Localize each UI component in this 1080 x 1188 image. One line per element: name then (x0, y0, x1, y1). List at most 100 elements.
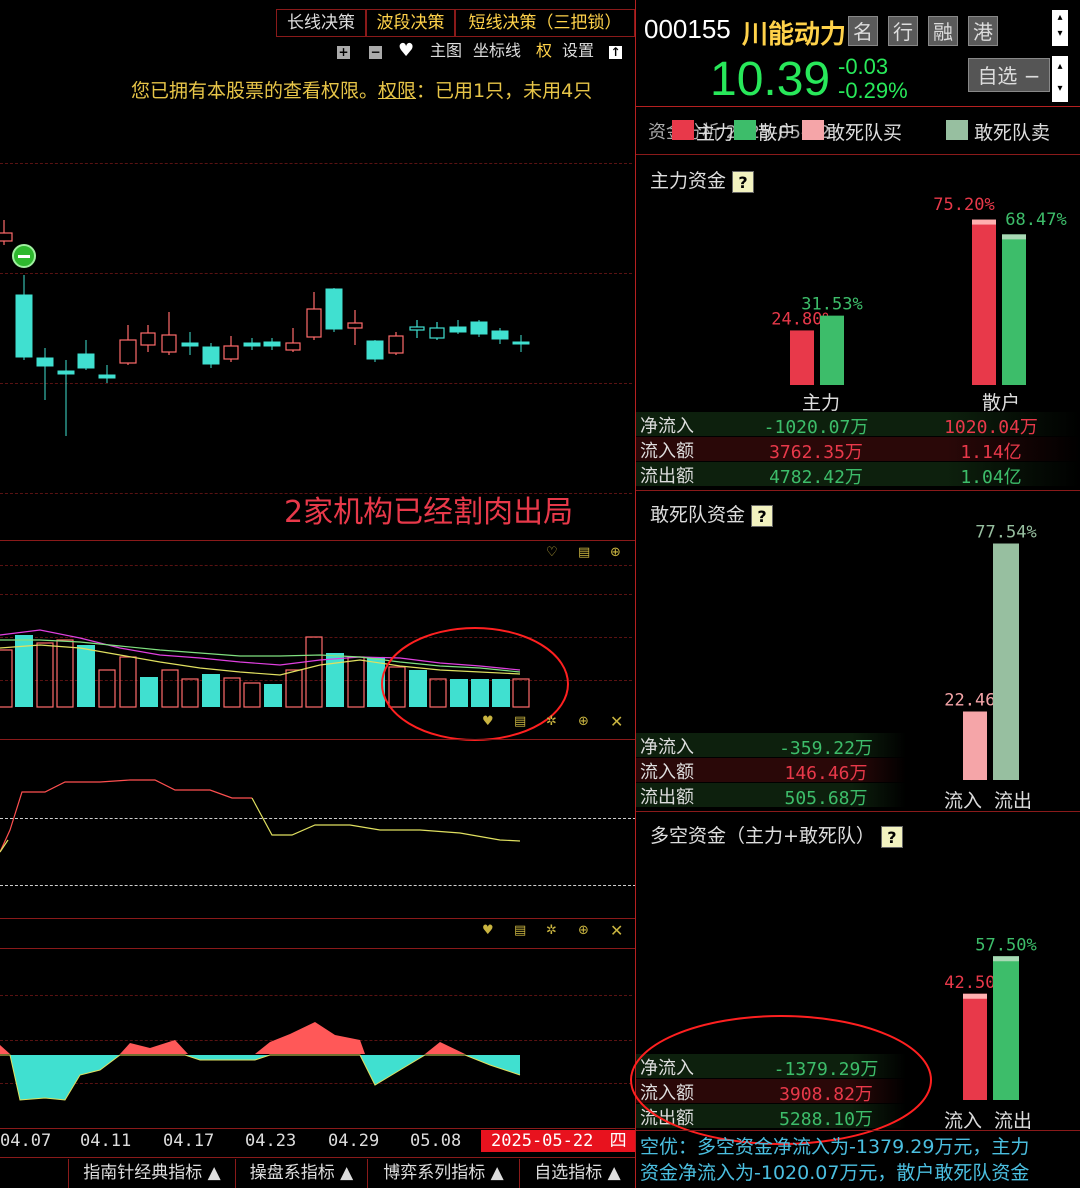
candle (347, 322, 363, 329)
tag-name[interactable]: 名 (848, 16, 878, 46)
main-funds-title: 主力资金? (650, 166, 755, 193)
group-label-main: 主力 (802, 392, 841, 414)
tab-swing[interactable]: 波段决策 (366, 9, 455, 37)
tag-hk[interactable]: 港 (968, 16, 998, 46)
candle (161, 334, 177, 353)
tab-compass-classic[interactable]: 指南针经典指标 ▲ (68, 1159, 236, 1188)
panel-close-icon[interactable]: ✕ (610, 712, 623, 731)
candle (470, 321, 488, 335)
panel-heart-icon[interactable]: ♥ (482, 923, 494, 938)
price-change: -0.03 (838, 54, 889, 79)
highlight-ellipse (630, 1015, 932, 1145)
summary-line-2: 资金净流入为-1020.07万元，散户敢死队资金 (640, 1162, 1030, 1184)
tag-margin[interactable]: 融 (928, 16, 958, 46)
row-value: -359.22万 (779, 738, 873, 759)
panel-save-icon[interactable]: ▤ (514, 923, 526, 938)
scroll-arrows-icon[interactable]: ▴ ▾ (1052, 56, 1068, 102)
permission-link[interactable]: 权限 (378, 80, 416, 102)
histogram-area-chart (0, 1022, 521, 1101)
candle (243, 342, 261, 347)
tab-game-indicators[interactable]: 博弈系列指标 ▲ (368, 1159, 520, 1188)
candle (181, 342, 199, 347)
long-short-title-text: 多空资金（主力+敢死队） (650, 825, 875, 847)
dare-out-label: 流出 (994, 790, 1033, 812)
rights-button[interactable]: 权 (536, 40, 552, 62)
date-label: 04.23 (245, 1131, 297, 1151)
zoom-in-icon[interactable]: + (337, 40, 350, 62)
indicator-line-chart (0, 779, 521, 853)
current-date: 2025-05-22 (491, 1131, 594, 1151)
tab-trading-indicators[interactable]: 操盘系指标 ▲ (236, 1159, 368, 1188)
price-change-pct: -0.29% (838, 78, 908, 103)
panel-zoom-icon[interactable]: ⊕ (578, 714, 589, 729)
candle (285, 342, 301, 351)
chart-area[interactable]: 长线决策 波段决策 短线决策（三把锁） + − ♥ 主图 坐标线 权 设置 ↑ … (0, 0, 636, 1188)
panel-zoom-icon[interactable]: ⊕ (578, 923, 589, 938)
legend-swatch-dare-buy (802, 120, 824, 140)
candle (77, 353, 95, 369)
panel-save-icon[interactable]: ▤ (578, 545, 590, 560)
tag-industry[interactable]: 行 (888, 16, 918, 46)
panel-heart-icon[interactable]: ♡ (546, 545, 558, 560)
up-arrow-icon[interactable]: ↑ (609, 40, 622, 62)
dare-in-bar (963, 711, 987, 780)
group-label-retail: 散户 (982, 392, 1021, 414)
watchlist-button[interactable]: 自选 − (968, 58, 1050, 92)
panel-settings-icon[interactable]: ✲ (546, 714, 557, 729)
row-label: 流入额 (640, 441, 694, 462)
row-label: 流出额 (640, 466, 694, 487)
settings-button[interactable]: 设置 (562, 40, 594, 62)
candle (140, 332, 156, 346)
main-out-bar (820, 315, 844, 385)
axis-line-button[interactable]: 坐标线 (473, 40, 521, 62)
main-funds-title-text: 主力资金 (650, 170, 727, 192)
ls-out-bar-cap (993, 956, 1019, 962)
grid-line (0, 995, 632, 996)
row-label: 流出额 (640, 787, 694, 808)
legend-label-dare-sell: 敢死队卖 (974, 122, 1051, 144)
row-value: -1020.07万 (763, 417, 869, 438)
volume-bar (305, 636, 323, 708)
panel-separator (0, 918, 636, 919)
dare-in-label: 流入 (944, 790, 983, 812)
candle (388, 335, 404, 354)
section-separator (636, 1130, 1080, 1131)
tab-custom-indicators[interactable]: 自选指标 ▲ (520, 1159, 636, 1188)
retail-out-bar-cap (1002, 234, 1026, 240)
legend-swatch-dare-sell (946, 120, 968, 140)
row-value: 1.14亿 (960, 442, 1022, 463)
header-separator (636, 106, 1080, 107)
panel-settings-icon[interactable]: ✲ (546, 923, 557, 938)
scroll-arrows-icon[interactable]: ▴ ▾ (1052, 10, 1068, 46)
volume-bar (161, 669, 179, 708)
candle (429, 327, 445, 339)
permission-notice: 您已拥有本股票的查看权限。权限：已用1只，未用4只 (131, 76, 592, 103)
candle (0, 232, 13, 242)
bottom-tab-border (0, 1157, 636, 1158)
tab-short-term[interactable]: 短线决策（三把锁） (455, 9, 635, 37)
date-label: 04.07 (0, 1131, 52, 1151)
volume-bar (36, 642, 54, 708)
main-chart-button[interactable]: 主图 (430, 40, 462, 62)
panel-zoom-icon[interactable]: ⊕ (610, 545, 621, 560)
volume-bar (56, 639, 74, 708)
volume-bar (285, 669, 303, 708)
panel-save-icon[interactable]: ▤ (514, 714, 526, 729)
panel-heart-icon[interactable]: ♥ (482, 714, 494, 729)
current-weekday: 四 (609, 1131, 627, 1151)
zoom-out-icon[interactable]: − (369, 40, 382, 62)
legend-swatch-retail (734, 120, 756, 140)
favorite-heart-icon[interactable]: ♥ (398, 40, 414, 62)
row-value: 1.04亿 (960, 467, 1022, 488)
tab-long-term[interactable]: 长线决策 (276, 9, 366, 37)
retail-out-bar (1002, 234, 1026, 385)
axis-line (0, 1128, 636, 1129)
candle (306, 308, 322, 338)
row-label: 净流入 (640, 416, 694, 437)
row-value: 505.68万 (784, 788, 868, 809)
panel-close-icon[interactable]: ✕ (610, 921, 623, 940)
retail-in-bar (972, 219, 996, 385)
ls-out-bar (993, 956, 1019, 1100)
help-icon[interactable]: ? (880, 825, 903, 848)
positive-area (0, 1022, 465, 1055)
